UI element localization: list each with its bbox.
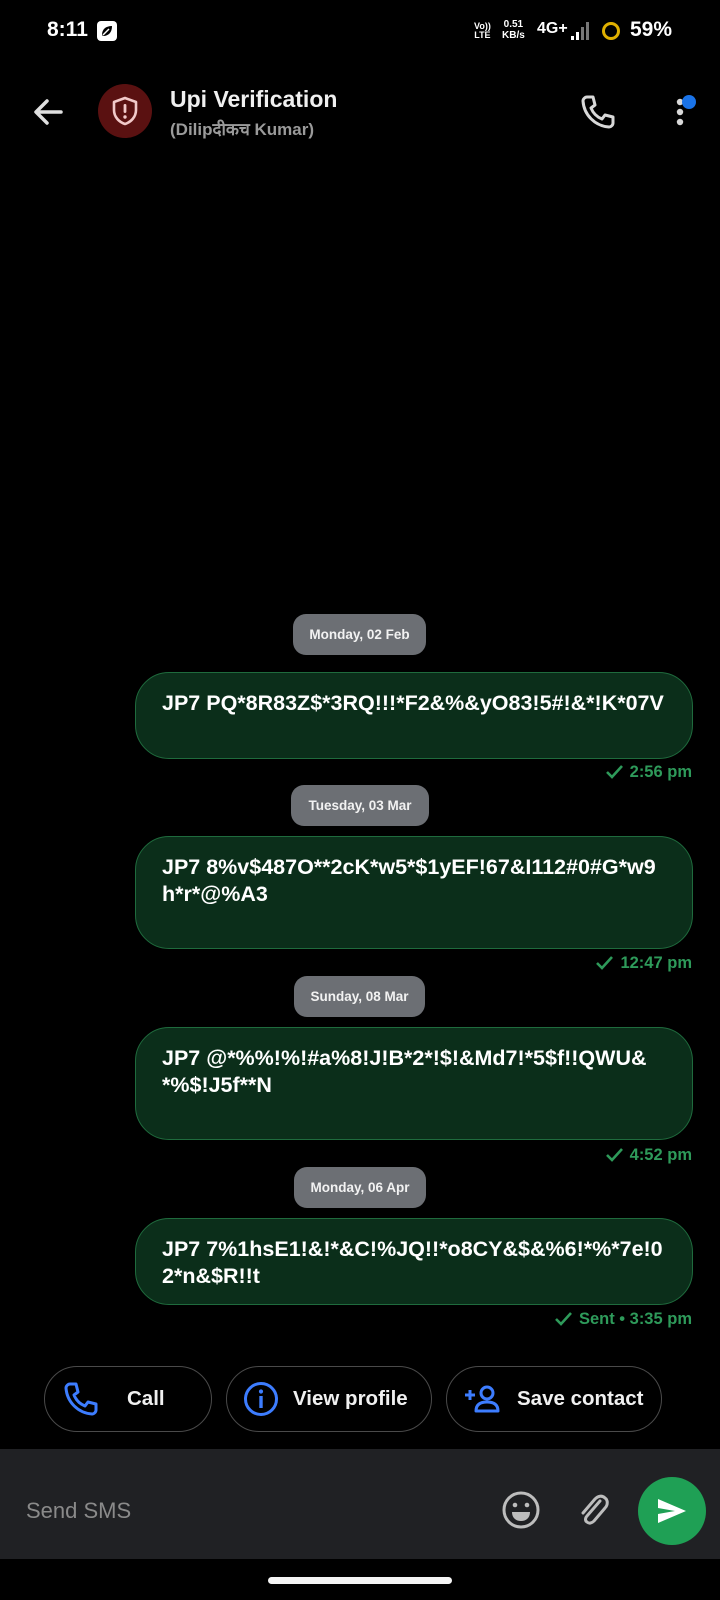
battery-icon <box>602 22 620 40</box>
message-time: 2:56 pm <box>629 762 692 781</box>
network-speed: 0.51 KB/s <box>502 19 525 41</box>
volte-indicator: Vo)) LTE <box>474 21 491 40</box>
home-indicator <box>268 1577 452 1584</box>
info-icon <box>244 1382 278 1416</box>
message-bubble[interactable]: JP7 8%v$487O**2cK*w5*$1yEF!67&I112#0#G*w… <box>135 836 693 949</box>
date-chip: Monday, 06 Apr <box>294 1167 426 1208</box>
view-profile-button[interactable]: View profile <box>226 1366 432 1432</box>
message-status: Sent • 3:35 pm <box>553 1309 692 1329</box>
unread-dot <box>682 95 696 109</box>
contact-name: Upi Verification <box>170 86 338 112</box>
sms-input[interactable]: Send SMS <box>26 1498 131 1524</box>
date-chip: Tuesday, 03 Mar <box>291 785 429 826</box>
message-bubble[interactable]: JP7 PQ*8R83Z$*3RQ!!!*F2&%&yO83!5#!&*!K*0… <box>135 672 693 759</box>
call-button[interactable]: Call <box>44 1366 212 1432</box>
message-bubble[interactable]: JP7 @*%%!%!#a%8!J!B*2*!$!&Md7!*5$f!!QWU&… <box>135 1027 693 1140</box>
check-icon <box>605 1148 623 1162</box>
message-time: Sent • 3:35 pm <box>578 1309 692 1328</box>
message-time: 12:47 pm <box>620 953 692 972</box>
message-status: 12:47 pm <box>594 953 692 973</box>
save-contact-button[interactable]: Save contact <box>446 1366 662 1432</box>
message-status: 2:56 pm <box>604 762 692 782</box>
phone-call-icon[interactable] <box>578 92 618 132</box>
add-person-icon <box>465 1385 500 1413</box>
app-notification-icon <box>97 21 117 41</box>
check-icon <box>596 956 614 970</box>
status-bar: 8:11 Vo)) LTE 0.51 KB/s 4G+ 59% <box>0 0 720 62</box>
date-chip: Sunday, 08 Mar <box>294 976 425 1017</box>
check-icon <box>605 765 623 779</box>
save-contact-label: Save contact <box>517 1387 644 1410</box>
call-label: Call <box>127 1387 165 1410</box>
view-profile-label: View profile <box>293 1387 408 1410</box>
status-time: 8:11 <box>47 18 88 41</box>
message-time: 4:52 pm <box>629 1145 692 1164</box>
contact-subtitle: (Dilipदीकच Kumar) <box>170 120 315 139</box>
phone-icon <box>64 1382 98 1416</box>
overflow-menu-icon[interactable] <box>664 92 704 132</box>
message-status: 4:52 pm <box>604 1145 692 1165</box>
contact-avatar[interactable] <box>98 84 152 138</box>
date-chip: Monday, 02 Feb <box>293 614 426 655</box>
message-bubble[interactable]: JP7 7%1hsE1!&!*&C!%JQ!!*o8CY&$&%6!*%*7e!… <box>135 1218 693 1305</box>
emoji-icon[interactable] <box>500 1489 542 1531</box>
network-type: 4G+ <box>537 20 568 37</box>
check-icon <box>555 1312 572 1326</box>
signal-icon <box>571 22 589 40</box>
send-button[interactable] <box>638 1477 706 1545</box>
shield-alert-icon <box>112 96 138 126</box>
attachment-icon[interactable] <box>572 1489 614 1531</box>
back-arrow-icon[interactable] <box>28 92 68 132</box>
battery-percent: 59% <box>630 18 673 41</box>
send-icon <box>658 1499 686 1523</box>
